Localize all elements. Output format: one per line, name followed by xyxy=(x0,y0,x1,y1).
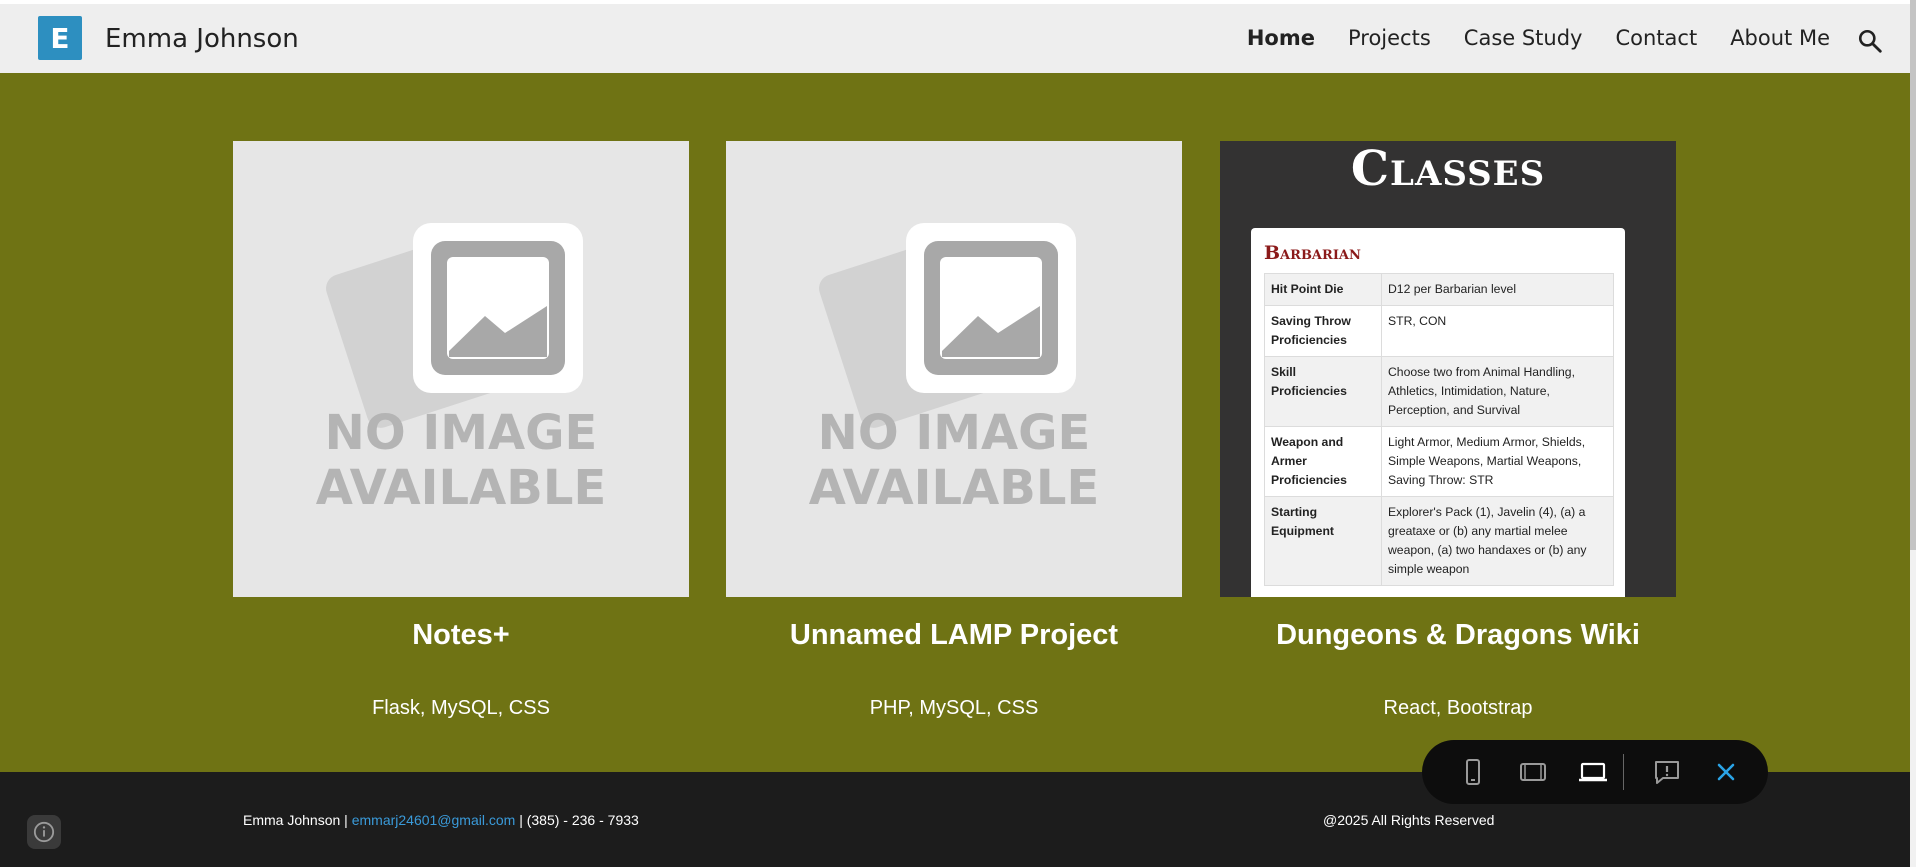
project-tech: React, Bootstrap xyxy=(1383,697,1533,719)
no-image-icon: NO IMAGE AVAILABLE xyxy=(809,223,1099,516)
phone-view-button[interactable] xyxy=(1458,757,1488,787)
table-row: Skill Proficiencies Choose two from Anima… xyxy=(1264,356,1614,427)
site-title[interactable]: Emma Johnson xyxy=(105,24,299,54)
project-title[interactable]: Dungeons & Dragons Wiki xyxy=(1230,619,1686,652)
preview-toolbar xyxy=(1422,740,1768,804)
row-key: Weapon and Armer Proficiencies xyxy=(1264,426,1382,497)
footer-separator: | xyxy=(344,812,348,828)
nav-projects[interactable]: Projects xyxy=(1348,26,1431,50)
project-title[interactable]: Unnamed LAMP Project xyxy=(726,619,1182,652)
info-icon xyxy=(33,821,55,843)
project-card-lamp[interactable]: NO IMAGE AVAILABLE Unnamed LAMP Project … xyxy=(726,141,1182,719)
toolbar-divider xyxy=(1623,754,1624,790)
close-button[interactable] xyxy=(1711,757,1741,787)
phone-view-icon xyxy=(1466,759,1480,785)
no-image-text-line2: AVAILABLE xyxy=(809,460,1099,516)
scrollbar-thumb[interactable] xyxy=(1910,0,1916,550)
tablet-view-icon xyxy=(1520,763,1546,781)
row-value: Light Armor, Medium Armor, Shields, Simp… xyxy=(1381,426,1614,497)
row-value: Explorer's Pack (1), Javelin (4), (a) a … xyxy=(1381,496,1614,586)
row-key: Skill Proficiencies xyxy=(1264,356,1382,427)
info-button[interactable] xyxy=(27,815,61,849)
class-table: Hit Point Die D12 per Barbarian level Sav… xyxy=(1264,273,1614,586)
row-value: Choose two from Animal Handling, Athleti… xyxy=(1381,356,1614,427)
table-row: Starting Equipment Explorer's Pack (1), J… xyxy=(1264,496,1614,586)
table-row: Weapon and Armer Proficiencies Light Armo… xyxy=(1264,426,1614,497)
project-tech: Flask, MySQL, CSS xyxy=(372,697,550,719)
footer-email-link[interactable]: emmarj24601@gmail.com xyxy=(352,812,516,828)
dnd-preview-image: Classes Barbarian Hit Point Die D12 per B… xyxy=(1220,141,1676,597)
row-value: D12 per Barbarian level xyxy=(1381,273,1614,306)
feedback-button[interactable] xyxy=(1652,757,1682,787)
nav-about-me[interactable]: About Me xyxy=(1730,26,1830,50)
search-icon[interactable] xyxy=(1857,28,1883,54)
table-row: Saving Throw Proficiencies STR, CON xyxy=(1264,305,1614,357)
laptop-view-button[interactable] xyxy=(1578,757,1608,787)
feedback-icon xyxy=(1655,761,1679,784)
footer-contact: Emma Johnson | emmarj24601@gmail.com | (… xyxy=(243,812,639,828)
class-name: Barbarian xyxy=(1264,242,1361,264)
laptop-view-icon xyxy=(1579,762,1607,782)
nav-case-study[interactable]: Case Study xyxy=(1464,26,1583,50)
footer-copyright: @2025 All Rights Reserved xyxy=(1323,812,1495,828)
nav-contact[interactable]: Contact xyxy=(1615,26,1697,50)
no-image-text-line1: NO IMAGE xyxy=(325,405,598,461)
footer-name: Emma Johnson xyxy=(243,812,341,828)
class-sheet: Barbarian Hit Point Die D12 per Barbarian… xyxy=(1251,228,1625,597)
footer-phone: | (385) - 236 - 7933 xyxy=(519,812,639,828)
project-card-dnd[interactable]: Classes Barbarian Hit Point Die D12 per B… xyxy=(1220,141,1676,719)
project-card-notes[interactable]: NO IMAGE AVAILABLE Notes+ Flask, MySQL, … xyxy=(233,141,689,719)
site-logo[interactable]: E xyxy=(38,16,82,60)
main-nav: Home Projects Case Study Contact About M… xyxy=(1247,26,1830,50)
tablet-view-button[interactable] xyxy=(1518,757,1548,787)
no-image-text-line1: NO IMAGE xyxy=(818,405,1091,461)
site-header: E Emma Johnson Home Projects Case Study … xyxy=(0,0,1910,73)
project-tech: PHP, MySQL, CSS xyxy=(869,697,1039,719)
no-image-placeholder: NO IMAGE AVAILABLE xyxy=(233,141,689,597)
project-title[interactable]: Notes+ xyxy=(233,619,689,652)
row-key: Starting Equipment xyxy=(1264,496,1382,586)
no-image-text-line2: AVAILABLE xyxy=(316,460,606,516)
no-image-placeholder: NO IMAGE AVAILABLE xyxy=(726,141,1182,597)
no-image-icon: NO IMAGE AVAILABLE xyxy=(316,223,606,516)
classes-heading: Classes xyxy=(1350,141,1546,197)
page-scrollbar[interactable] xyxy=(1910,0,1916,867)
table-row: Hit Point Die D12 per Barbarian level xyxy=(1264,273,1614,306)
close-icon xyxy=(1717,763,1735,781)
row-key: Saving Throw Proficiencies xyxy=(1264,305,1382,357)
row-key: Hit Point Die xyxy=(1264,273,1382,306)
row-value: STR, CON xyxy=(1381,305,1614,357)
nav-home[interactable]: Home xyxy=(1247,26,1315,50)
